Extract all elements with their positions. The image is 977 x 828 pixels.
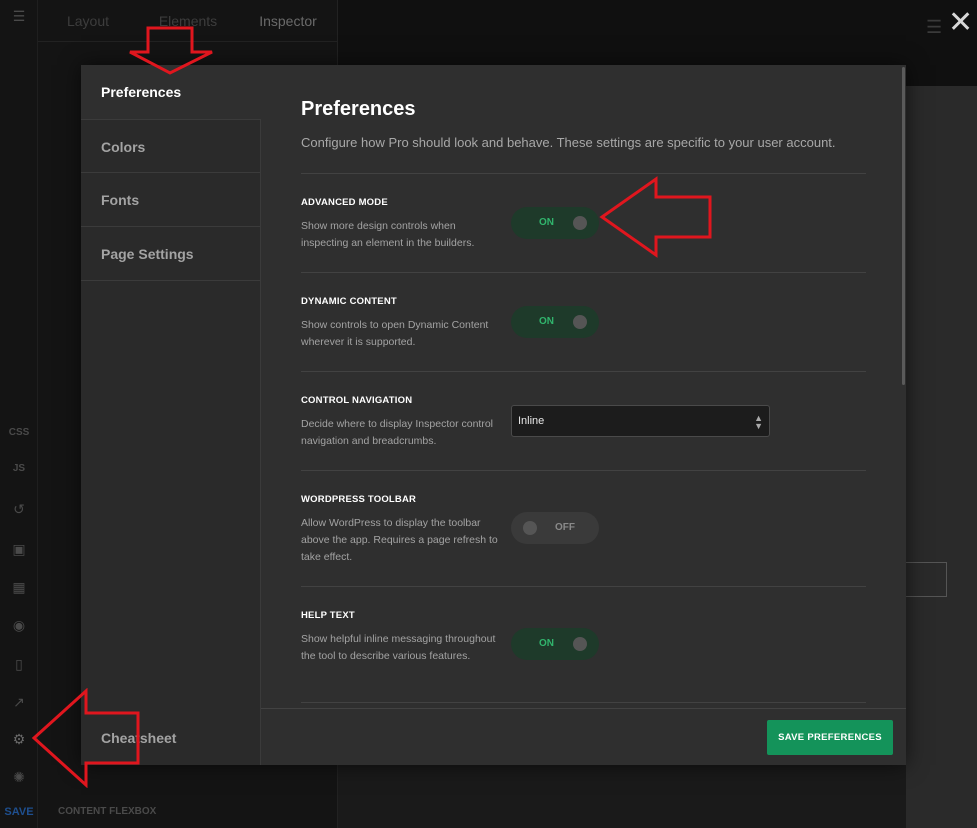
divider (301, 470, 866, 471)
toggle-state-label: ON (539, 638, 554, 649)
page-subtitle: Configure how Pro should look and behave… (301, 135, 836, 150)
css-rail-item[interactable]: CSS (0, 421, 38, 445)
toggle-state-label: ON (539, 316, 554, 327)
divider (301, 371, 866, 372)
setting-desc-dynamic-content: Show controls to open Dynamic Content wh… (301, 319, 489, 348)
sidebar-item-page-settings[interactable]: Page Settings (81, 227, 261, 281)
sidebar-item-fonts[interactable]: Fonts (81, 173, 261, 227)
preview-canvas (906, 86, 977, 828)
preview-input (906, 562, 947, 597)
divider (301, 173, 866, 174)
toggle-knob (523, 521, 537, 535)
control-navigation-select[interactable]: Inline ▲ ▼ (511, 405, 770, 437)
preferences-content: Preferences Configure how Pro should loo… (261, 65, 906, 708)
help-text-toggle[interactable]: ON (511, 628, 599, 660)
setting-label-advanced-mode: ADVANCED MODE (301, 197, 388, 208)
toggle-state-label: OFF (555, 522, 575, 533)
layout-icon[interactable]: ▣ (0, 537, 38, 561)
wordpress-toolbar-toggle[interactable]: OFF (511, 512, 599, 544)
setting-desc-help-text: Show helpful inline messaging throughout… (301, 633, 496, 662)
toggle-knob (573, 216, 587, 230)
setting-desc-wordpress-toolbar: Allow WordPress to display the toolbar a… (301, 517, 498, 563)
device-icon[interactable]: ▯ (0, 652, 38, 676)
dynamic-content-toggle[interactable]: ON (511, 306, 599, 338)
divider (301, 702, 866, 703)
preferences-modal: Preferences Colors Fonts Page Settings C… (81, 65, 906, 765)
history-icon[interactable]: ↺ (0, 497, 38, 521)
save-rail-button[interactable]: SAVE (0, 806, 38, 818)
content-scrollbar[interactable] (902, 67, 905, 385)
setting-label-wordpress-toolbar: WORDPRESS TOOLBAR (301, 494, 417, 505)
layers-icon[interactable]: ▦ (0, 575, 38, 599)
setting-desc-control-navigation: Decide where to display Inspector contro… (301, 418, 494, 447)
annotation-arrow-down (129, 26, 213, 75)
hamburger-icon[interactable]: ☰ (926, 18, 946, 36)
toggle-state-label: ON (539, 217, 554, 228)
setting-label-help-text: HELP TEXT (301, 610, 355, 621)
advanced-mode-toggle[interactable]: ON (511, 207, 599, 239)
tab-layout[interactable]: Layout (38, 0, 138, 41)
globe-icon[interactable]: ◉ (0, 613, 38, 637)
modal-footer: SAVE PREFERENCES (261, 708, 906, 765)
annotation-arrow-left (599, 176, 712, 258)
setting-label-dynamic-content: DYNAMIC CONTENT (301, 296, 397, 307)
menu-icon[interactable]: ☰ (0, 4, 38, 28)
select-value: Inline (518, 415, 545, 427)
save-preferences-button[interactable]: SAVE PREFERENCES (767, 720, 893, 755)
close-icon[interactable]: ✕ (948, 8, 973, 38)
toggle-knob (573, 637, 587, 651)
toggle-knob (573, 315, 587, 329)
setting-label-control-navigation: CONTROL NAVIGATION (301, 395, 413, 406)
content-flexbox-label: CONTENT FLEXBOX (58, 806, 157, 817)
sidebar-item-colors[interactable]: Colors (81, 119, 261, 173)
divider (301, 272, 866, 273)
tab-inspector[interactable]: Inspector (238, 0, 338, 41)
setting-desc-advanced-mode: Show more design controls when inspectin… (301, 220, 475, 249)
modal-sidebar: Preferences Colors Fonts Page Settings C… (81, 65, 262, 765)
annotation-arrow-gear (31, 688, 140, 788)
js-rail-item[interactable]: JS (0, 457, 38, 481)
page-title: Preferences (301, 98, 416, 120)
divider (301, 586, 866, 587)
